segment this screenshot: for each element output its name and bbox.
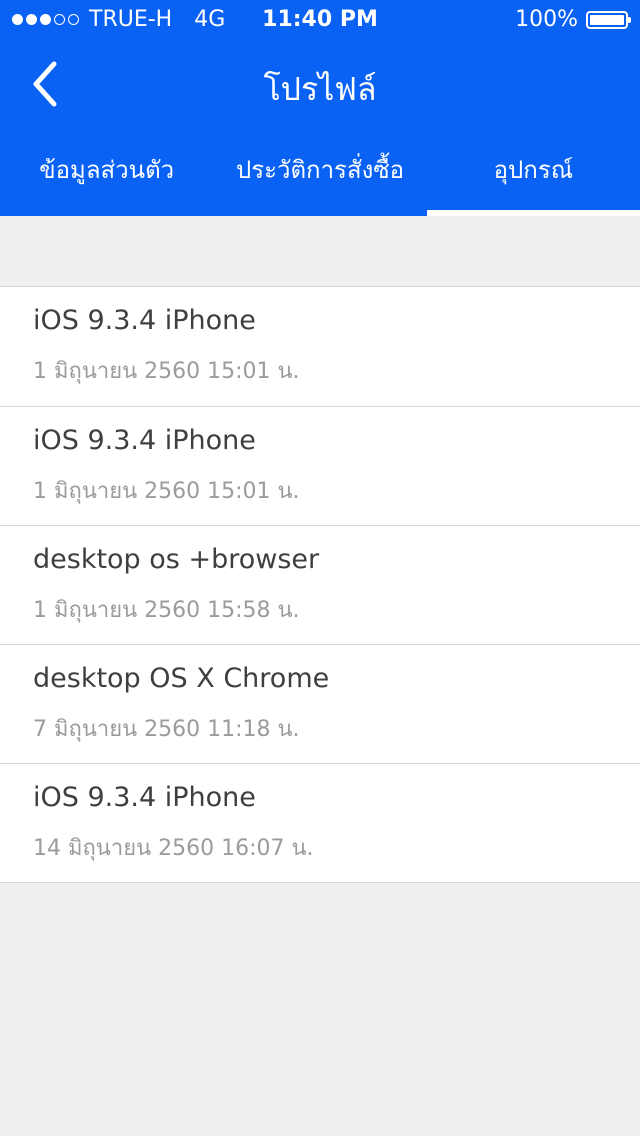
device-list-item[interactable]: iOS 9.3.4 iPhone 1 มิถุนายน 2560 15:01 น… [0,287,640,406]
tab-order-history[interactable]: ประวัติการสั่งซื้อ [213,128,426,216]
device-name: iOS 9.3.4 iPhone [33,425,256,456]
device-list-item[interactable]: iOS 9.3.4 iPhone 14 มิถุนายน 2560 16:07 … [0,763,640,882]
device-name: desktop OS X Chrome [33,663,330,694]
status-right: 100% [515,7,631,32]
device-list: iOS 9.3.4 iPhone 1 มิถุนายน 2560 15:01 น… [0,286,640,883]
tab-bar: ข้อมูลส่วนตัว ประวัติการสั่งซื้อ อุปกรณ์ [0,128,640,216]
device-login-date: 7 มิถุนายน 2560 11:18 น. [33,717,300,742]
device-name: iOS 9.3.4 iPhone [33,305,256,336]
tab-personal-info[interactable]: ข้อมูลส่วนตัว [0,128,213,216]
device-name: iOS 9.3.4 iPhone [33,782,256,813]
device-list-item[interactable]: iOS 9.3.4 iPhone 1 มิถุนายน 2560 15:01 น… [0,406,640,525]
device-list-item[interactable]: desktop OS X Chrome 7 มิถุนายน 2560 11:1… [0,644,640,763]
device-login-date: 14 มิถุนายน 2560 16:07 น. [33,836,314,861]
status-bar: TRUE-H 4G 11:40 PM 100% [0,0,640,40]
page-title: โปรไฟล์ [263,70,377,108]
device-name: desktop os +browser [33,544,320,575]
device-list-item[interactable]: desktop os +browser 1 มิถุนายน 2560 15:5… [0,525,640,644]
device-login-date: 1 มิถุนายน 2560 15:01 น. [33,479,300,504]
battery-fill [590,14,624,25]
tab-devices[interactable]: อุปกรณ์ [426,128,640,216]
navigation-bar: โปรไฟล์ [0,40,640,128]
device-login-date: 1 มิถุนายน 2560 15:58 น. [33,598,300,623]
device-login-date: 1 มิถุนายน 2560 15:01 น. [33,359,300,384]
battery-icon [586,10,631,29]
battery-percent: 100% [515,7,578,32]
